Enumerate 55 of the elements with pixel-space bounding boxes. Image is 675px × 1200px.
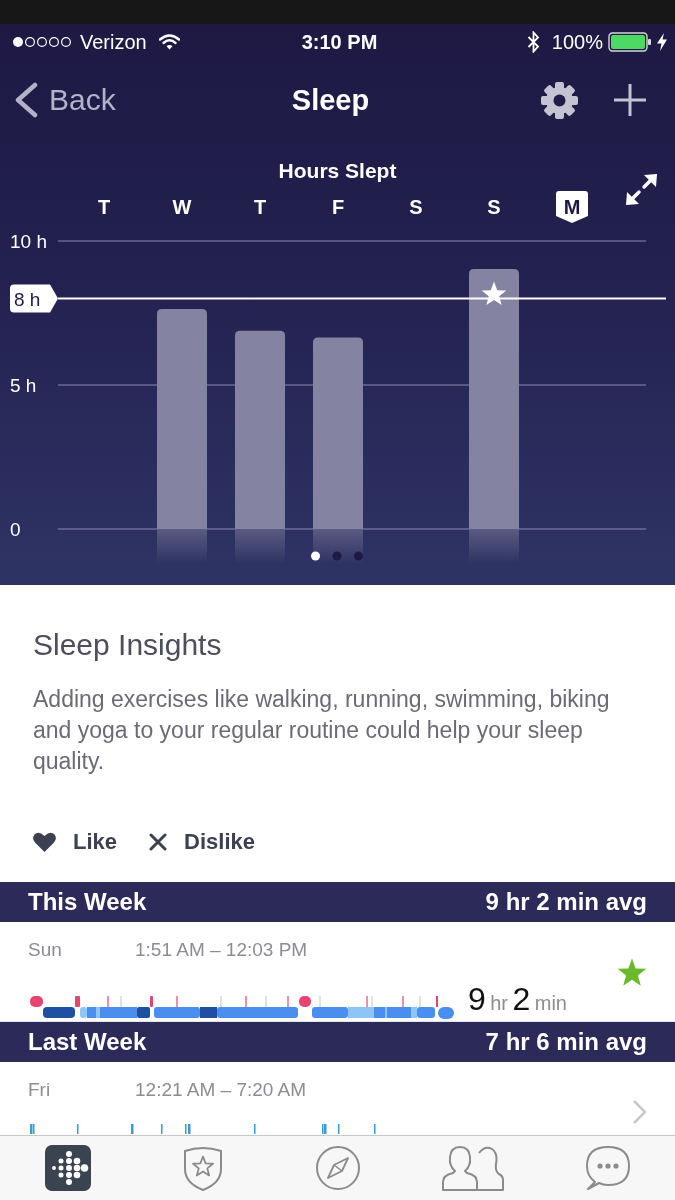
goal-label: 8 h: [14, 288, 41, 310]
day-label[interactable]: S: [409, 196, 423, 218]
like-button[interactable]: Like: [33, 827, 118, 857]
signal-dots-icon: [12, 36, 72, 48]
insights-title: Sleep Insights: [33, 628, 223, 662]
average-duration: 9 hr 2 min avg: [485, 888, 647, 916]
chat-bubble-icon: [584, 1145, 631, 1191]
dots-logo-icon: [44, 1145, 91, 1191]
people-icon: [440, 1144, 505, 1192]
wifi-icon: [158, 34, 180, 50]
status-time: 3:10 PM: [301, 30, 378, 54]
axis-label: 0: [10, 519, 21, 540]
carrier-name: Verizon: [80, 30, 147, 54]
log-day: Fri: [28, 1079, 135, 1101]
goal-tag: [10, 284, 58, 313]
battery-icon: [608, 32, 652, 52]
back-button[interactable]: Back: [14, 82, 116, 118]
time-range: 1:51 AM – 12:03 PM: [135, 939, 308, 961]
star-icon: [481, 281, 507, 306]
sleep-duration: 9 hr 2 min: [468, 984, 567, 1019]
time-range: 12:21 AM – 7:20 AM: [135, 1079, 307, 1101]
plus-icon: [613, 83, 647, 117]
dislike-button[interactable]: Dislike: [149, 827, 255, 857]
bar[interactable]: [469, 268, 519, 529]
screen-title: Sleep: [291, 83, 370, 117]
add-button[interactable]: [613, 83, 647, 117]
expand-arrows-icon: [626, 174, 657, 205]
day-label[interactable]: W: [172, 196, 192, 218]
day-label[interactable]: T: [97, 196, 111, 218]
chart-title: Hours Slept: [278, 159, 397, 183]
chevron-left-icon: [14, 82, 38, 118]
day-label[interactable]: T: [253, 196, 267, 218]
insight-text: Adding exercises like walking, running, swimming, biking and yoga to your regular routine could help your sleep quality.: [33, 685, 611, 776]
day-label[interactable]: S: [487, 196, 501, 218]
axis-label: 5 h: [10, 375, 37, 396]
page-dot[interactable]: [332, 551, 342, 561]
section-title: This Week: [28, 888, 147, 916]
battery-percent: 100%: [551, 30, 603, 54]
charging-bolt-icon: [657, 33, 667, 51]
heart-icon: [33, 832, 56, 852]
settings-button[interactable]: [540, 80, 579, 120]
expand-button[interactable]: [626, 174, 657, 205]
average-duration: 7 hr 6 min avg: [485, 1028, 647, 1056]
x-icon: [149, 833, 168, 851]
page-dot[interactable]: [354, 551, 363, 561]
page-dot[interactable]: [311, 551, 320, 561]
bluetooth-icon: [526, 31, 540, 53]
chevron-right-icon[interactable]: [632, 1099, 647, 1125]
compass-icon: [314, 1145, 361, 1191]
axis-label: 10 h: [10, 231, 47, 252]
log-day: Sun: [28, 939, 135, 961]
day-label[interactable]: F: [331, 196, 345, 218]
day-label[interactable]: M: [563, 196, 581, 218]
gear-icon: [540, 80, 579, 120]
section-title: Last Week: [28, 1028, 147, 1056]
